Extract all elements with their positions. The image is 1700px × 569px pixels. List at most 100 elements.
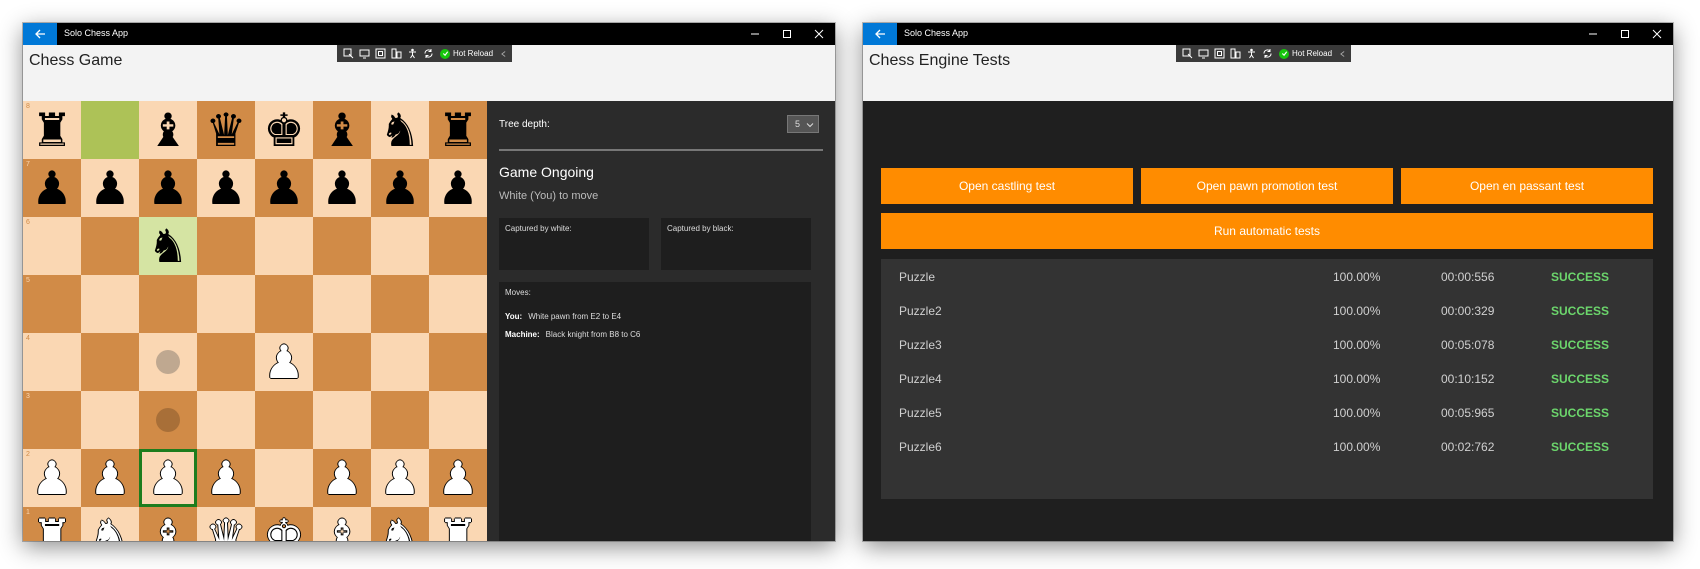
square-e3[interactable] <box>255 391 313 449</box>
square-f1[interactable]: f♝ <box>313 507 371 541</box>
black-pawn-icon[interactable]: ♟ <box>255 159 313 217</box>
white-pawn-icon[interactable]: ♟ <box>429 449 487 507</box>
square-h6[interactable] <box>429 217 487 275</box>
square-a3[interactable]: 3 <box>23 391 81 449</box>
square-h5[interactable] <box>429 275 487 333</box>
square-e4[interactable]: ♟ <box>255 333 313 391</box>
square-b4[interactable] <box>81 333 139 391</box>
display-layout-icon[interactable] <box>1196 47 1210 61</box>
square-c3[interactable] <box>139 391 197 449</box>
hot-reload-status[interactable]: Hot Reload <box>440 48 493 59</box>
white-pawn-icon[interactable]: ♟ <box>313 449 371 507</box>
track-focus-icon[interactable] <box>373 47 387 61</box>
black-knight-icon[interactable]: ♞ <box>371 101 429 159</box>
select-element-icon[interactable] <box>341 47 355 61</box>
black-bishop-icon[interactable]: ♝ <box>139 101 197 159</box>
select-element-icon[interactable] <box>1180 47 1194 61</box>
square-d8[interactable]: ♛ <box>197 101 255 159</box>
square-d5[interactable] <box>197 275 255 333</box>
black-pawn-icon[interactable]: ♟ <box>81 159 139 217</box>
white-rook-icon[interactable]: ♜ <box>429 507 487 541</box>
white-pawn-icon[interactable]: ♟ <box>371 449 429 507</box>
pawn-promotion-test-button[interactable]: Open pawn promotion test <box>1141 168 1393 204</box>
square-d2[interactable]: ♟ <box>197 449 255 507</box>
square-f7[interactable]: ♟ <box>313 159 371 217</box>
square-h1[interactable]: h♜ <box>429 507 487 541</box>
collapse-toolbar-icon[interactable] <box>498 47 508 61</box>
black-queen-icon[interactable]: ♛ <box>197 101 255 159</box>
square-a8[interactable]: 8 ♜ <box>23 101 81 159</box>
white-king-icon[interactable]: ♚ <box>255 507 313 541</box>
black-pawn-icon[interactable]: ♟ <box>429 159 487 217</box>
display-layout-icon[interactable] <box>357 47 371 61</box>
square-e5[interactable] <box>255 275 313 333</box>
square-e1[interactable]: e♚ <box>255 507 313 541</box>
white-pawn-icon[interactable]: ♟ <box>197 449 255 507</box>
square-b6[interactable] <box>81 217 139 275</box>
white-pawn-icon[interactable]: ♟ <box>139 449 197 507</box>
close-button[interactable] <box>803 23 835 45</box>
square-f2[interactable]: ♟ <box>313 449 371 507</box>
accessibility-icon[interactable] <box>405 47 419 61</box>
hot-reload-refresh-icon[interactable] <box>421 47 435 61</box>
square-d6[interactable] <box>197 217 255 275</box>
white-bishop-icon[interactable]: ♝ <box>139 507 197 541</box>
square-b2[interactable]: ♟ <box>81 449 139 507</box>
square-f5[interactable] <box>313 275 371 333</box>
square-a5[interactable]: 5 <box>23 275 81 333</box>
black-pawn-icon[interactable]: ♟ <box>371 159 429 217</box>
square-a4[interactable]: 4 <box>23 333 81 391</box>
back-button[interactable] <box>863 23 897 45</box>
minimize-button[interactable] <box>1577 23 1609 45</box>
square-c1[interactable]: c♝ <box>139 507 197 541</box>
binding-failures-icon[interactable] <box>1228 47 1242 61</box>
square-g6[interactable] <box>371 217 429 275</box>
binding-failures-icon[interactable] <box>389 47 403 61</box>
square-c4[interactable] <box>139 333 197 391</box>
accessibility-icon[interactable] <box>1244 47 1258 61</box>
white-queen-icon[interactable]: ♛ <box>197 507 255 541</box>
square-b3[interactable] <box>81 391 139 449</box>
white-rook-icon[interactable]: ♜ <box>23 507 81 541</box>
run-automatic-tests-button[interactable]: Run automatic tests <box>881 213 1653 249</box>
square-f4[interactable] <box>313 333 371 391</box>
square-d1[interactable]: d♛ <box>197 507 255 541</box>
move-hint-dot[interactable] <box>156 408 180 432</box>
black-knight-icon[interactable]: ♞ <box>139 217 197 275</box>
square-d3[interactable] <box>197 391 255 449</box>
square-b8[interactable] <box>81 101 139 159</box>
square-c8[interactable]: ♝ <box>139 101 197 159</box>
black-pawn-icon[interactable]: ♟ <box>313 159 371 217</box>
square-h8[interactable]: ♜ <box>429 101 487 159</box>
black-rook-icon[interactable]: ♜ <box>429 101 487 159</box>
white-knight-icon[interactable]: ♞ <box>371 507 429 541</box>
black-pawn-icon[interactable]: ♟ <box>139 159 197 217</box>
square-a2[interactable]: 2 ♟ <box>23 449 81 507</box>
black-bishop-icon[interactable]: ♝ <box>313 101 371 159</box>
square-e7[interactable]: ♟ <box>255 159 313 217</box>
square-c5[interactable] <box>139 275 197 333</box>
square-a7[interactable]: 7 ♟ <box>23 159 81 217</box>
square-g1[interactable]: g♞ <box>371 507 429 541</box>
collapse-toolbar-icon[interactable] <box>1337 47 1347 61</box>
square-a6[interactable]: 6 <box>23 217 81 275</box>
square-f6[interactable] <box>313 217 371 275</box>
square-b5[interactable] <box>81 275 139 333</box>
square-b1[interactable]: b♞ <box>81 507 139 541</box>
square-c7[interactable]: ♟ <box>139 159 197 217</box>
square-a1[interactable]: 1a♜ <box>23 507 81 541</box>
square-g5[interactable] <box>371 275 429 333</box>
square-c2[interactable]: ♟ <box>139 449 197 507</box>
tree-depth-dropdown[interactable]: 5 <box>787 115 819 133</box>
square-g3[interactable] <box>371 391 429 449</box>
chess-board[interactable]: 8♜♝♛♚♝♞♜7♟♟♟♟♟♟♟♟6♞54♟32♟♟♟♟♟♟♟1a♜b♞c♝d♛… <box>23 101 487 541</box>
square-g4[interactable] <box>371 333 429 391</box>
close-button[interactable] <box>1641 23 1673 45</box>
black-rook-icon[interactable]: ♜ <box>23 101 81 159</box>
square-h2[interactable]: ♟ <box>429 449 487 507</box>
white-knight-icon[interactable]: ♞ <box>81 507 139 541</box>
square-e8[interactable]: ♚ <box>255 101 313 159</box>
moves-list[interactable]: Moves: You: White pawn from E2 to E4 Mach… <box>499 282 811 541</box>
en-passant-test-button[interactable]: Open en passant test <box>1401 168 1653 204</box>
square-g7[interactable]: ♟ <box>371 159 429 217</box>
